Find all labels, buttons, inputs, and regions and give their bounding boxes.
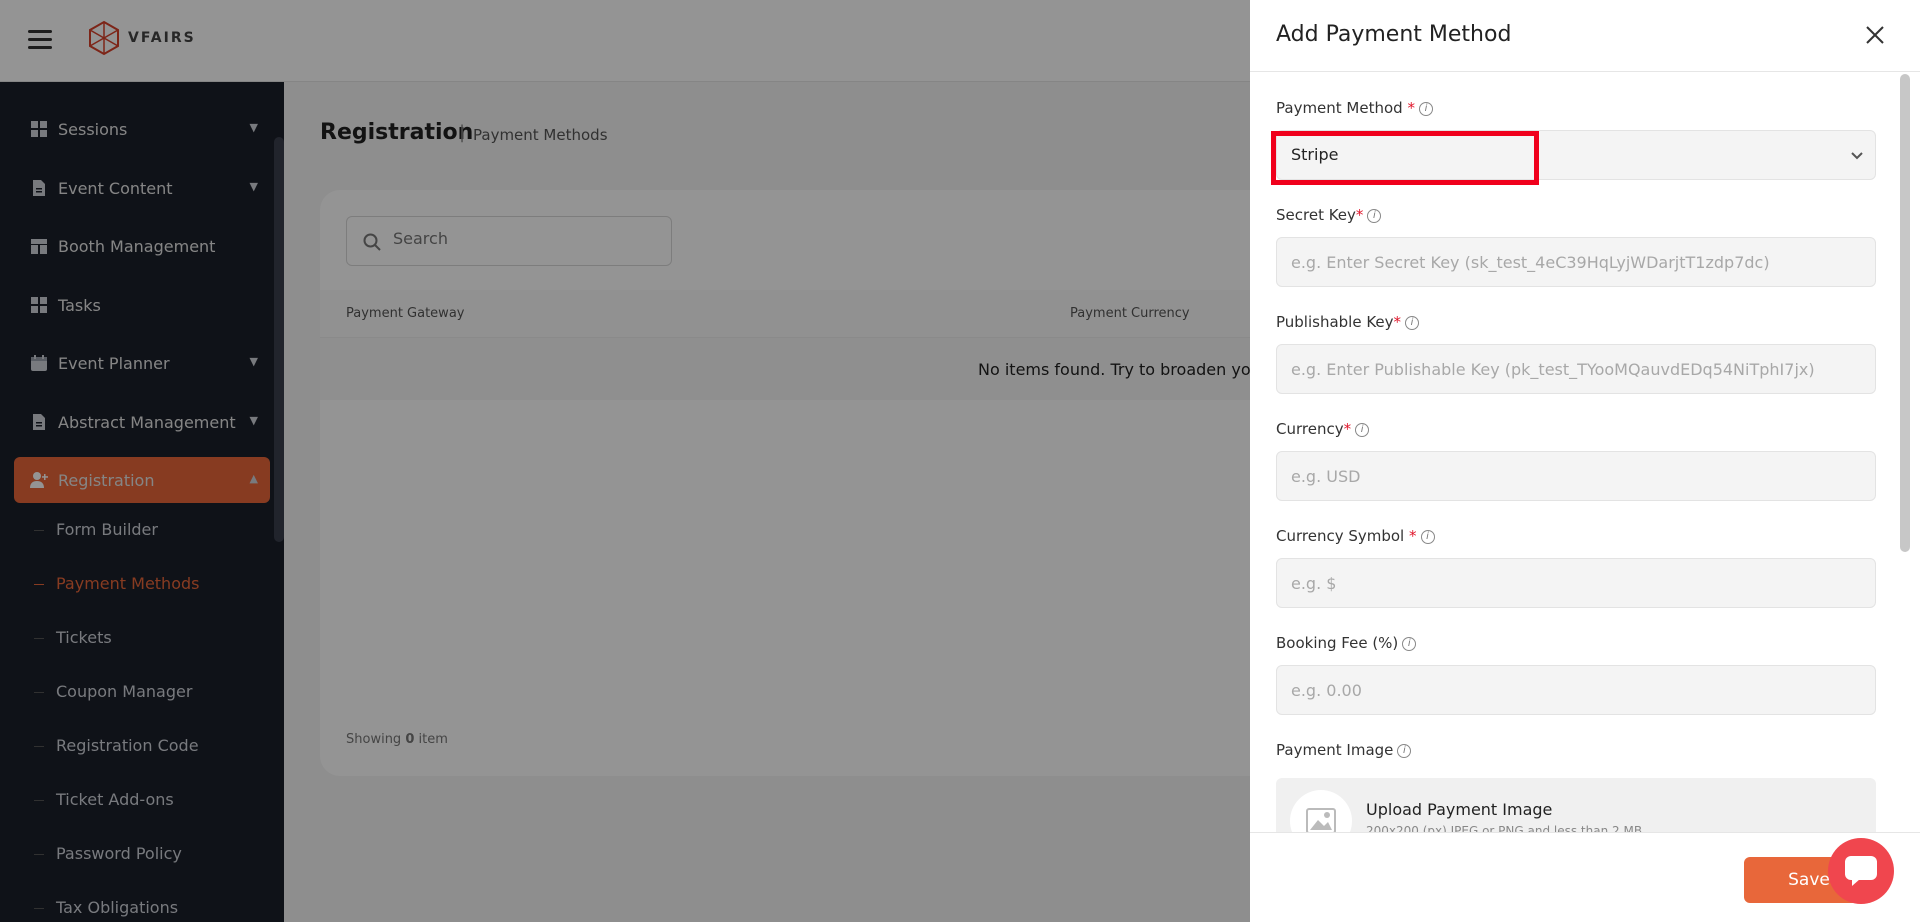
currency-symbol-label-text: Currency Symbol (1276, 527, 1405, 545)
drawer-scrollbar[interactable] (1900, 74, 1910, 552)
upload-title: Upload Payment Image (1366, 800, 1553, 819)
info-icon[interactable]: i (1420, 529, 1435, 544)
drawer-footer: Save (1250, 832, 1920, 922)
required-asterisk: * (1393, 313, 1402, 331)
secret-key-label-text: Secret Key (1276, 206, 1356, 224)
upload-hint: 200x200 (px) JPEG or PNG and less than 2… (1366, 824, 1643, 832)
currency-symbol-input[interactable] (1276, 558, 1876, 608)
chat-widget-button[interactable] (1828, 838, 1894, 904)
secret-key-input[interactable] (1276, 237, 1876, 287)
payment-method-label-text: Payment Method (1276, 99, 1403, 117)
payment-image-upload[interactable]: Upload Payment Image 200x200 (px) JPEG o… (1276, 778, 1876, 832)
booking-fee-label: Booking Fee (%) i (1276, 634, 1417, 652)
payment-image-label-text: Payment Image (1276, 741, 1394, 759)
publishable-key-input[interactable] (1276, 344, 1876, 394)
add-payment-method-drawer: Add Payment Method Payment Method * i Str… (1250, 0, 1920, 922)
payment-method-select[interactable]: Stripe (1276, 130, 1876, 180)
info-icon[interactable]: i (1402, 636, 1417, 651)
image-placeholder (1290, 790, 1352, 832)
drawer-header: Add Payment Method (1250, 0, 1920, 72)
drawer-title: Add Payment Method (1276, 22, 1512, 47)
currency-label: Currency* i (1276, 420, 1370, 438)
currency-symbol-label: Currency Symbol * i (1276, 527, 1435, 545)
chevron-down-icon (1851, 152, 1863, 160)
payment-image-label: Payment Image i (1276, 741, 1412, 759)
info-icon[interactable]: i (1418, 101, 1433, 116)
close-icon[interactable] (1862, 22, 1888, 48)
info-icon[interactable]: i (1355, 422, 1370, 437)
required-asterisk: * (1409, 527, 1417, 545)
info-icon[interactable]: i (1397, 743, 1412, 758)
required-asterisk: * (1407, 99, 1415, 117)
booking-fee-input[interactable] (1276, 665, 1876, 715)
payment-method-label: Payment Method * i (1276, 99, 1433, 117)
required-asterisk: * (1355, 206, 1364, 224)
booking-fee-label-text: Booking Fee (%) (1276, 634, 1399, 652)
secret-key-label: Secret Key* i (1276, 206, 1382, 224)
currency-input[interactable] (1276, 451, 1876, 501)
chat-bubble-icon (1845, 856, 1877, 886)
publishable-key-label: Publishable Key* i (1276, 313, 1420, 331)
info-icon[interactable]: i (1405, 315, 1420, 330)
publishable-key-label-text: Publishable Key (1276, 313, 1394, 331)
modal-backdrop[interactable] (0, 0, 1250, 922)
required-asterisk: * (1343, 420, 1352, 438)
image-icon (1306, 808, 1336, 832)
payment-method-selected-value: Stripe (1291, 145, 1339, 164)
currency-label-text: Currency (1276, 420, 1344, 438)
info-icon[interactable]: i (1367, 208, 1382, 223)
